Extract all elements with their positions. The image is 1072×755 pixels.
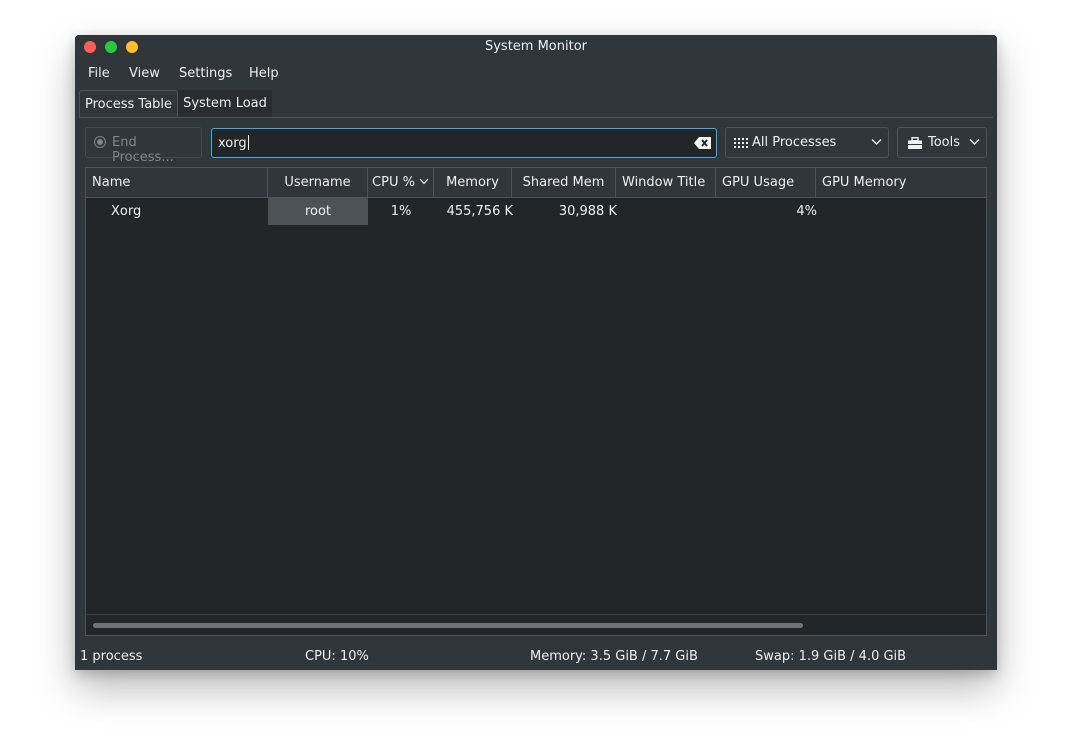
horizontal-scrollbar[interactable]	[86, 614, 986, 635]
status-process-count: 1 process	[80, 649, 143, 664]
column-header-gpu-memory[interactable]: GPU Memory	[816, 168, 986, 197]
toolbox-icon	[908, 137, 922, 149]
search-text: xorg	[218, 135, 249, 151]
menu-settings[interactable]: Settings	[179, 66, 232, 81]
table-row[interactable]: Xorg root 1% 455,756 K 30,988 K 4%	[86, 198, 986, 225]
tools-label: Tools	[928, 135, 961, 150]
process-table: Name Username CPU % Memory Shared Mem Wi…	[85, 167, 987, 636]
cell-username: root	[268, 198, 368, 225]
search-input[interactable]: xorg	[211, 128, 717, 158]
column-header-gpu-usage[interactable]: GPU Usage	[716, 168, 816, 197]
table-header: Name Username CPU % Memory Shared Mem Wi…	[86, 168, 986, 198]
cell-gpu-memory	[822, 198, 982, 225]
scrollbar-thumb[interactable]	[93, 623, 803, 628]
tab-process-table[interactable]: Process Table	[79, 90, 178, 117]
menu-help[interactable]: Help	[249, 66, 279, 81]
process-filter-dropdown[interactable]: All Processes	[725, 127, 889, 158]
cell-memory: 455,756 K	[446, 204, 513, 219]
column-header-username[interactable]: Username	[268, 168, 368, 197]
cell-window-title	[616, 198, 716, 225]
tab-divider	[79, 117, 993, 118]
chevron-down-icon	[871, 139, 882, 145]
status-cpu: CPU: 10%	[305, 649, 369, 664]
cell-cpu: 1%	[390, 204, 412, 219]
system-monitor-window: System Monitor File View Settings Help P…	[75, 35, 997, 670]
cell-gpu-usage: 4%	[796, 204, 817, 219]
menu-file[interactable]: File	[88, 66, 110, 81]
column-header-window-title[interactable]: Window Title	[616, 168, 716, 197]
cell-name: Xorg	[111, 204, 142, 219]
title-bar[interactable]: System Monitor	[75, 35, 997, 60]
status-memory: Memory: 3.5 GiB / 7.7 GiB	[530, 649, 698, 664]
status-swap: Swap: 1.9 GiB / 4.0 GiB	[755, 649, 907, 664]
end-process-icon	[94, 136, 106, 148]
status-bar: 1 process CPU: 10% Memory: 3.5 GiB / 7.7…	[75, 645, 997, 670]
column-header-cpu[interactable]: CPU %	[368, 168, 434, 197]
end-process-button[interactable]: End Process...	[85, 127, 202, 165]
column-header-shared-mem[interactable]: Shared Mem	[512, 168, 616, 197]
column-header-cpu-label: CPU %	[372, 175, 415, 190]
column-header-memory[interactable]: Memory	[434, 168, 512, 197]
end-process-label: End Process...	[112, 135, 174, 165]
chevron-down-icon	[969, 139, 980, 145]
column-header-name[interactable]: Name	[86, 168, 268, 197]
text-caret	[247, 135, 249, 150]
menu-view[interactable]: View	[129, 66, 160, 81]
window-title: System Monitor	[484, 39, 588, 54]
process-filter-label: All Processes	[752, 135, 837, 150]
tab-system-load[interactable]: System Load	[178, 90, 272, 117]
clear-search-icon[interactable]	[694, 136, 712, 150]
grid-icon	[734, 138, 748, 148]
cell-shared-mem: 30,988 K	[558, 204, 617, 219]
sort-descending-icon	[419, 178, 429, 185]
tools-button[interactable]: Tools	[897, 127, 987, 158]
